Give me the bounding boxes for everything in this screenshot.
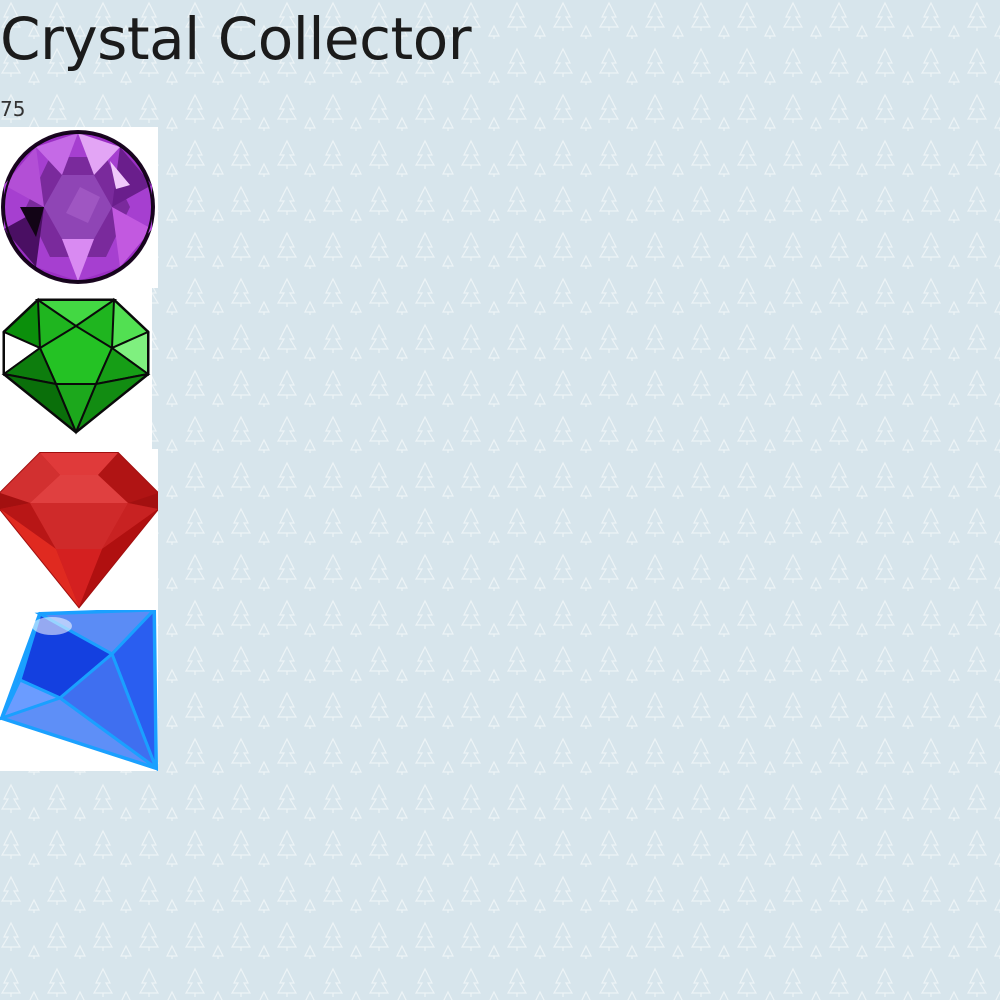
score-counter: 75 xyxy=(0,97,26,121)
green-crystal-button[interactable] xyxy=(0,288,152,449)
red-crystal-button[interactable] xyxy=(0,449,158,610)
purple-crystal-button[interactable] xyxy=(0,127,158,288)
purple-crystal-icon xyxy=(1,130,155,284)
green-crystal-icon xyxy=(1,297,151,435)
blue-crystal-icon xyxy=(0,610,158,771)
game-title: Crystal Collector xyxy=(0,5,472,73)
red-crystal-icon xyxy=(0,452,158,609)
blue-crystal-button[interactable] xyxy=(0,610,158,771)
crystal-column xyxy=(0,127,158,771)
